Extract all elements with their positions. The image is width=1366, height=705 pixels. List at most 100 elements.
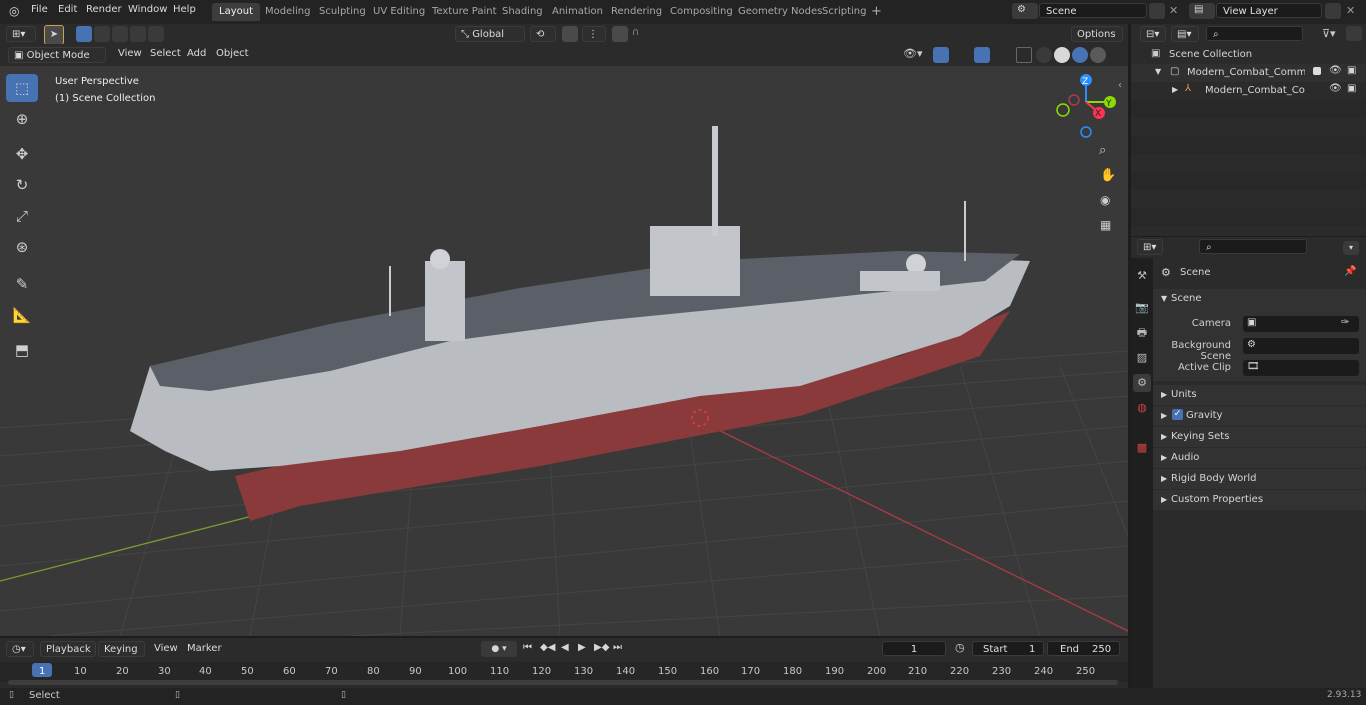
background-scene-field[interactable]: ⚙ bbox=[1243, 338, 1359, 354]
tab-layout[interactable]: Layout bbox=[212, 3, 260, 21]
blender-logo-icon[interactable]: ◎ bbox=[9, 4, 19, 18]
move-tool[interactable]: ✥ bbox=[6, 140, 38, 168]
tab-rendering[interactable]: Rendering bbox=[604, 3, 669, 21]
tab-modeling[interactable]: Modeling bbox=[258, 3, 318, 21]
properties-options-icon[interactable]: ▾ bbox=[1343, 241, 1359, 255]
custom-properties-panel[interactable]: ▶ Custom Properties bbox=[1153, 490, 1366, 510]
wireframe-shading-icon[interactable] bbox=[1036, 47, 1052, 63]
timeline-menu-view[interactable]: View bbox=[154, 643, 178, 654]
tab-scripting[interactable]: Scripting bbox=[815, 3, 873, 21]
select-tool-icon[interactable]: ➤ bbox=[44, 25, 64, 45]
3d-viewport[interactable]: Z Y X User Perspective (1) Scene Collect… bbox=[0, 66, 1128, 636]
select-extend-icon[interactable] bbox=[94, 26, 110, 42]
menu-help[interactable]: Help bbox=[173, 4, 196, 15]
zoom-icon[interactable]: ⌕ bbox=[1099, 143, 1106, 158]
view-layer-new-icon[interactable] bbox=[1325, 3, 1341, 19]
falloff-icon[interactable]: ∩ bbox=[632, 27, 639, 38]
menu-window[interactable]: Window bbox=[128, 4, 167, 15]
world-tab-icon[interactable]: ◍ bbox=[1133, 399, 1151, 417]
scene-name-field[interactable]: Scene bbox=[1039, 3, 1147, 18]
menu-edit[interactable]: Edit bbox=[58, 4, 77, 15]
expand-arrow-right-icon[interactable]: ▶ bbox=[1172, 85, 1178, 94]
start-frame-field[interactable]: Start 1 bbox=[972, 641, 1044, 656]
timeline-menu-marker[interactable]: Marker bbox=[187, 643, 222, 654]
menu-select[interactable]: Select bbox=[150, 48, 181, 59]
view-layer-tab-icon[interactable]: ▨ bbox=[1133, 349, 1151, 367]
snap-target-dropdown[interactable]: ⋮ bbox=[582, 26, 606, 42]
navigation-gizmo[interactable]: Z Y X bbox=[1056, 74, 1116, 138]
rigid-body-world-panel[interactable]: ▶ Rigid Body World bbox=[1153, 469, 1366, 489]
select-box-tool[interactable]: ⬚ bbox=[6, 74, 38, 102]
solid-shading-icon[interactable] bbox=[1054, 47, 1070, 63]
add-cube-tool[interactable]: ⬒ bbox=[6, 336, 38, 364]
scene-close-icon[interactable]: ✕ bbox=[1169, 4, 1178, 17]
menu-object[interactable]: Object bbox=[216, 48, 249, 59]
units-panel[interactable]: ▶ Units bbox=[1153, 385, 1366, 405]
expand-arrow-icon[interactable]: ▼ bbox=[1155, 67, 1161, 76]
outliner-search-input[interactable]: ⌕ bbox=[1206, 26, 1303, 41]
proportional-edit-icon[interactable] bbox=[612, 26, 628, 42]
scene-panel-title[interactable]: Scene bbox=[1171, 293, 1202, 304]
tab-texture-paint[interactable]: Texture Paint bbox=[425, 3, 504, 21]
preview-range-clock-icon[interactable]: ◷ bbox=[955, 641, 965, 654]
render-tab-icon[interactable]: 📷 bbox=[1133, 299, 1151, 317]
jump-prev-keyframe-icon[interactable]: ◆◀ bbox=[540, 642, 555, 653]
auto-keying-toggle-icon[interactable]: ● ▾ bbox=[481, 641, 517, 657]
current-frame-field[interactable]: 1 bbox=[882, 641, 946, 656]
pan-hand-icon[interactable]: ✋ bbox=[1100, 168, 1116, 183]
visibility-eye-icon[interactable]: 👁 bbox=[1329, 65, 1342, 76]
snap-toggle-icon[interactable] bbox=[562, 26, 578, 42]
cursor-tool[interactable]: ⊕ bbox=[6, 105, 38, 133]
outliner-row-object[interactable]: ▶ ⅄ Modern_Combat_Comma 👁 ▣ bbox=[1131, 82, 1366, 100]
select-intersect-icon[interactable] bbox=[148, 26, 164, 42]
display-mode-dropdown[interactable]: ▤▾ bbox=[1171, 26, 1199, 42]
overlays-toggle-icon[interactable] bbox=[974, 47, 990, 63]
tool-tab-icon[interactable]: ⚒ bbox=[1133, 267, 1151, 285]
exclude-checkbox-icon[interactable] bbox=[1313, 67, 1321, 75]
tab-shading[interactable]: Shading bbox=[495, 3, 550, 21]
properties-editor-type-dropdown[interactable]: ⊞▾ bbox=[1137, 239, 1163, 255]
new-collection-icon[interactable] bbox=[1346, 26, 1362, 41]
options-dropdown[interactable]: Options bbox=[1071, 26, 1123, 42]
timeline-scrollbar[interactable] bbox=[8, 680, 1118, 685]
annotate-tool[interactable]: ✎ bbox=[6, 270, 38, 298]
keying-sets-panel[interactable]: ▶ Keying Sets bbox=[1153, 427, 1366, 447]
object-visibility-eye-icon[interactable]: 👁 bbox=[1329, 83, 1342, 94]
menu-file[interactable]: File bbox=[31, 4, 48, 15]
material-preview-icon[interactable] bbox=[1072, 47, 1088, 63]
rotate-tool[interactable]: ↻ bbox=[6, 171, 38, 199]
perspective-toggle-icon[interactable]: ▦ bbox=[1100, 218, 1111, 232]
view-layer-browse-button[interactable]: ▤ bbox=[1189, 3, 1215, 19]
camera-view-icon[interactable]: ◉ bbox=[1100, 193, 1110, 207]
xray-toggle-icon[interactable] bbox=[1016, 47, 1032, 63]
outliner-row-root[interactable]: ▣ Scene Collection bbox=[1131, 46, 1366, 64]
scene-browse-button[interactable]: ⚙ bbox=[1012, 3, 1038, 19]
measure-tool[interactable]: 📐 bbox=[6, 301, 38, 329]
select-invert-icon[interactable] bbox=[130, 26, 146, 42]
select-new-icon[interactable] bbox=[76, 26, 92, 42]
editor-type-dropdown[interactable]: ⊞▾ bbox=[6, 26, 36, 42]
audio-panel[interactable]: ▶ Audio bbox=[1153, 448, 1366, 468]
object-render-camera-icon[interactable]: ▣ bbox=[1347, 83, 1356, 94]
sidebar-toggle-icon[interactable]: ‹ bbox=[1118, 80, 1122, 91]
gizmo-toggle-icon[interactable] bbox=[933, 47, 949, 63]
outliner-editor-type-dropdown[interactable]: ⊟▾ bbox=[1140, 26, 1166, 42]
eyedropper-icon[interactable]: ✑ bbox=[1341, 317, 1349, 328]
playback-dropdown[interactable]: Playback bbox=[40, 641, 96, 657]
output-tab-icon[interactable]: 🖶 bbox=[1133, 324, 1151, 342]
pivot-point-dropdown[interactable]: ⟲ bbox=[530, 26, 556, 42]
pin-icon[interactable]: 📌 bbox=[1344, 266, 1356, 277]
texture-tab-icon[interactable]: ▩ bbox=[1133, 439, 1151, 457]
menu-view[interactable]: View bbox=[118, 48, 142, 59]
tab-sculpting[interactable]: Sculpting bbox=[312, 3, 373, 21]
menu-add[interactable]: Add bbox=[187, 48, 206, 59]
transform-tool[interactable]: ⊛ bbox=[6, 233, 38, 261]
add-workspace-icon[interactable]: + bbox=[871, 4, 882, 19]
visibility-filter-icon[interactable]: 👁▾ bbox=[903, 47, 923, 60]
tab-animation[interactable]: Animation bbox=[545, 3, 610, 21]
filter-icon[interactable]: ⊽▾ bbox=[1322, 27, 1336, 40]
gravity-panel[interactable]: ▶ ✓ Gravity bbox=[1153, 406, 1366, 426]
active-clip-field[interactable]: 🎞 bbox=[1243, 360, 1359, 376]
end-frame-field[interactable]: End 250 bbox=[1047, 641, 1120, 656]
panel-collapse-icon[interactable]: ▼ bbox=[1161, 294, 1167, 303]
